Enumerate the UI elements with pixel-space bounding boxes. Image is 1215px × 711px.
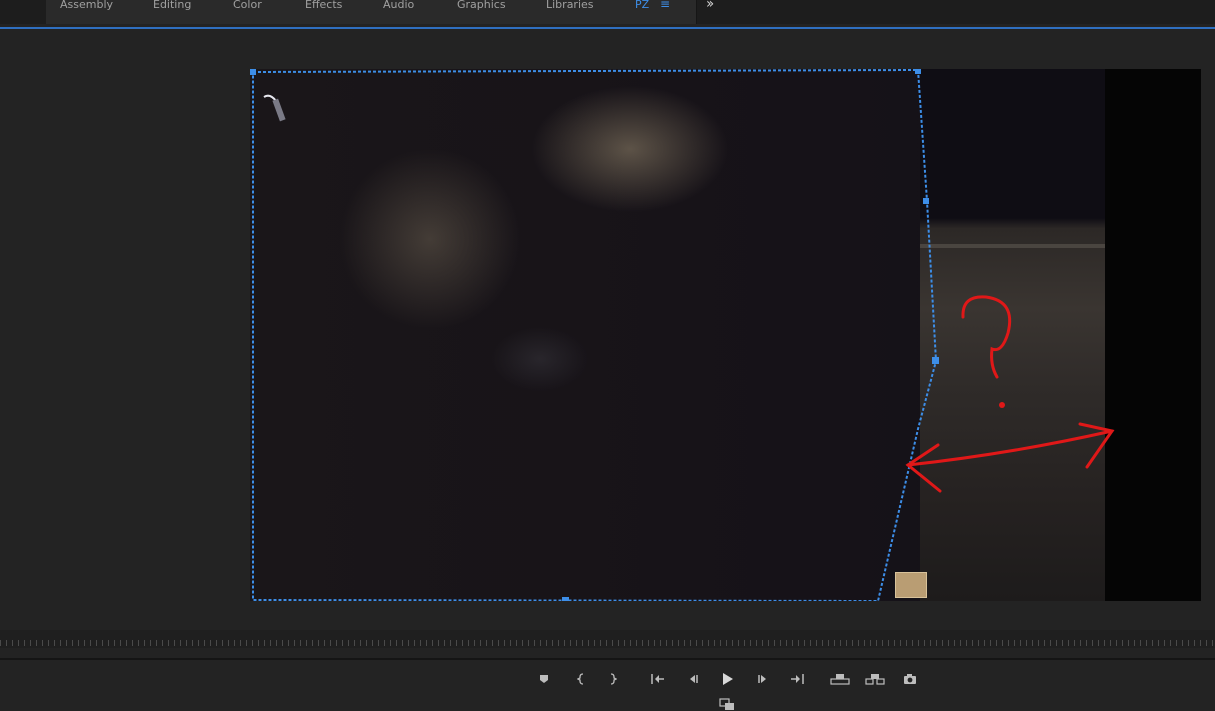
tab-libraries[interactable]: Libraries <box>546 0 594 12</box>
question-mark-annotation <box>961 295 1012 408</box>
camera-icon <box>904 674 916 684</box>
workspace-bar: Assembly Editing Color Effects Audio Gra… <box>0 0 1215 24</box>
button-editor-icon[interactable] <box>718 697 736 711</box>
tab-pz[interactable]: PZ <box>635 0 649 12</box>
mark-out-icon <box>610 673 617 685</box>
handle-right-upper[interactable] <box>923 198 929 204</box>
tab-graphics[interactable]: Graphics <box>457 0 506 12</box>
step-back-button[interactable] <box>681 670 705 688</box>
tab-editing[interactable]: Editing <box>153 0 191 12</box>
step-forward-button[interactable] <box>751 670 775 688</box>
go-to-out-button[interactable] <box>785 670 809 688</box>
add-marker-button[interactable] <box>532 670 556 688</box>
handle-top-left[interactable] <box>250 69 256 75</box>
hamburger-menu-icon[interactable]: ≡ <box>660 0 670 11</box>
go-to-in-icon <box>651 674 664 684</box>
marker-icon <box>540 675 548 683</box>
export-frame-button[interactable] <box>898 670 922 688</box>
time-ruler[interactable] <box>0 630 1215 648</box>
annotation-overlay <box>250 69 1115 601</box>
double-arrow-annotation <box>905 422 1115 493</box>
handle-bottom[interactable] <box>562 597 569 601</box>
tab-audio[interactable]: Audio <box>383 0 414 12</box>
play-button[interactable] <box>716 670 740 688</box>
tab-effects[interactable]: Effects <box>305 0 342 12</box>
lift-button[interactable] <box>828 670 852 688</box>
mark-out-button[interactable] <box>601 670 625 688</box>
mark-in-button[interactable] <box>569 670 593 688</box>
step-back-icon <box>690 675 698 683</box>
extract-button[interactable] <box>863 670 887 688</box>
crop-selection[interactable] <box>250 69 939 601</box>
double-chevron-right-icon[interactable]: ›› <box>706 0 714 12</box>
play-icon <box>723 673 733 685</box>
lift-icon <box>830 674 850 685</box>
go-to-in-button[interactable] <box>646 670 670 688</box>
tab-color[interactable]: Color <box>233 0 262 12</box>
handle-top-right[interactable] <box>915 69 921 74</box>
workspace-tabs: Assembly Editing Color Effects Audio Gra… <box>46 0 697 24</box>
transport-controls <box>0 660 1215 711</box>
go-to-out-icon <box>791 674 804 684</box>
mark-in-icon <box>577 673 584 685</box>
step-forward-icon <box>758 675 766 683</box>
handle-right-lower[interactable] <box>932 357 939 364</box>
tab-assembly[interactable]: Assembly <box>60 0 113 12</box>
video-frame[interactable] <box>250 69 1201 601</box>
extract-icon <box>865 674 885 685</box>
